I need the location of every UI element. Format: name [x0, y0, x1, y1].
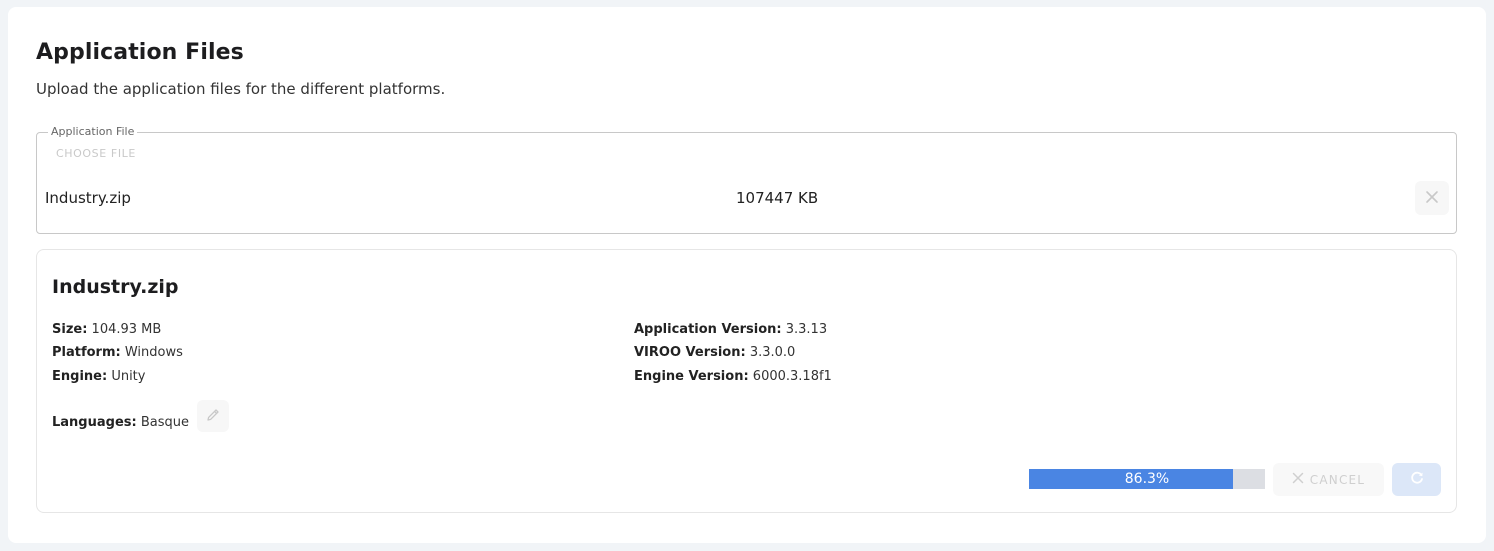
detail-application-version-value: 3.3.13	[785, 322, 828, 337]
page-subtitle: Upload the application files for the dif…	[36, 80, 446, 98]
detail-engine-version-label: Engine Version:	[634, 369, 749, 384]
detail-platform-label: Platform:	[52, 345, 121, 360]
application-file-field: Application File CHOOSE FILE Industry.zi…	[36, 125, 1457, 234]
file-details-card: Industry.zip Size: 104.93 MB Platform: W…	[36, 249, 1457, 513]
detail-size: Size: 104.93 MB	[52, 322, 161, 337]
refresh-icon	[1409, 470, 1425, 489]
detail-engine-version: Engine Version: 6000.3.18f1	[634, 369, 832, 384]
detail-languages-value: Basque	[140, 415, 189, 430]
remove-file-button[interactable]	[1415, 181, 1449, 215]
detail-engine-label: Engine:	[52, 369, 108, 384]
detail-viroo-version-label: VIROO Version:	[634, 345, 746, 360]
edit-languages-button[interactable]	[197, 400, 229, 432]
selected-file-name: Industry.zip	[45, 189, 131, 207]
application-file-legend: Application File	[48, 125, 138, 138]
choose-file-button[interactable]: CHOOSE FILE	[56, 147, 136, 160]
detail-viroo-version-value: 3.3.0.0	[749, 345, 796, 360]
detail-platform: Platform: Windows	[52, 345, 183, 360]
detail-engine-value: Unity	[111, 369, 146, 384]
close-icon	[1292, 472, 1304, 487]
upload-progress-bar: 86.3%	[1029, 469, 1265, 489]
detail-languages-label: Languages:	[52, 415, 137, 430]
detail-size-value: 104.93 MB	[91, 322, 162, 337]
detail-viroo-version: VIROO Version: 3.3.0.0	[634, 345, 795, 360]
detail-application-version-label: Application Version:	[634, 322, 782, 337]
retry-upload-button[interactable]	[1392, 463, 1441, 496]
detail-platform-value: Windows	[124, 345, 183, 360]
page-title: Application Files	[36, 40, 244, 65]
detail-languages: Languages: Basque	[52, 415, 189, 430]
detail-engine: Engine: Unity	[52, 369, 145, 384]
upload-progress-label: 86.3%	[1124, 471, 1170, 487]
close-icon	[1425, 190, 1439, 207]
cancel-upload-button[interactable]: CANCEL	[1273, 463, 1384, 496]
file-details-title: Industry.zip	[52, 276, 179, 298]
pencil-icon	[205, 407, 221, 426]
detail-size-label: Size:	[52, 322, 88, 337]
selected-file-size: 107447 KB	[736, 189, 819, 207]
detail-engine-version-value: 6000.3.18f1	[752, 369, 832, 384]
detail-application-version: Application Version: 3.3.13	[634, 322, 827, 337]
cancel-upload-label: CANCEL	[1309, 472, 1366, 487]
application-files-card: Application Files Upload the application…	[8, 7, 1486, 543]
